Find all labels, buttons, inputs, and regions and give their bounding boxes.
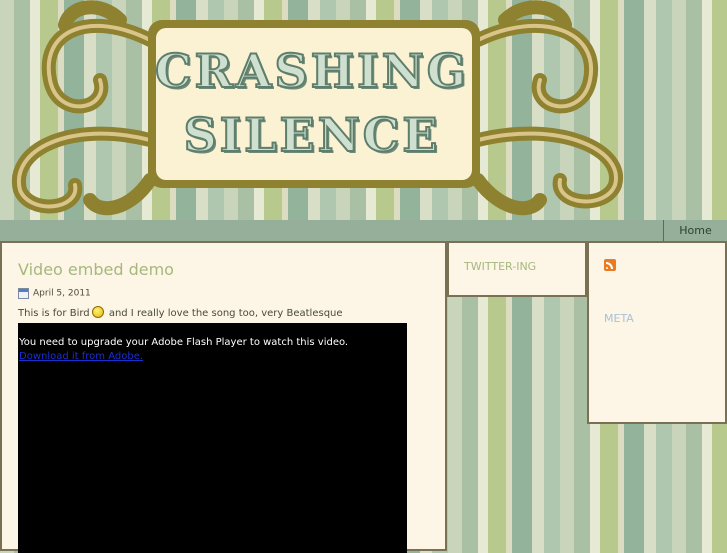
meta-heading: META — [604, 312, 634, 325]
rss-icon[interactable] — [604, 259, 616, 271]
sidebar-twitter: TWITTER-ING — [447, 241, 587, 297]
post-date: April 5, 2011 — [33, 288, 91, 299]
adobe-download-link[interactable]: Download it from Adobe. — [19, 351, 143, 362]
site-title-line-1[interactable]: CRASHING — [152, 43, 472, 99]
post-body-text-start: This is for Bird — [18, 308, 90, 319]
post-body-text-end: and I really love the song too, very Bea… — [105, 308, 343, 319]
site-title-line-2[interactable]: SILENCE — [152, 107, 472, 163]
nav-home-link[interactable]: Home — [663, 220, 727, 241]
flash-upgrade-message: You need to upgrade your Adobe Flash Pla… — [19, 337, 349, 348]
twitter-heading: TWITTER-ING — [464, 260, 537, 273]
video-embed[interactable]: You need to upgrade your Adobe Flash Pla… — [18, 323, 407, 553]
post-meta: April 5, 2011 — [18, 283, 91, 299]
calendar-icon — [18, 288, 29, 299]
sidebar-meta: META — [587, 241, 727, 424]
post-body: This is for Bird and I really love the s… — [18, 306, 343, 319]
post-title[interactable]: Video embed demo — [18, 260, 174, 279]
site-header: CRASHING SILENCE — [0, 0, 727, 220]
nav-bar: Home — [0, 220, 727, 243]
main-content: Video embed demo April 5, 2011 This is f… — [0, 241, 447, 553]
smiley-icon — [91, 306, 104, 318]
